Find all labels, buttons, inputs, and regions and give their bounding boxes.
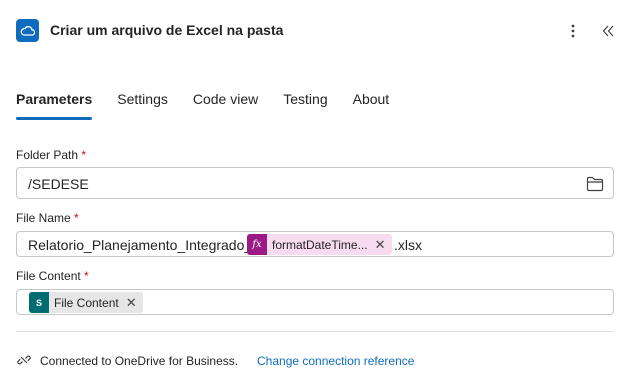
tab-testing[interactable]: Testing	[283, 88, 327, 120]
connection-status-text: Connected to OneDrive for Business.	[40, 354, 239, 368]
double-chevron-left-icon	[602, 25, 614, 37]
page-title: Criar um arquivo de Excel na pasta	[50, 22, 284, 38]
file-content-label-text: File Content	[16, 269, 81, 283]
tab-parameters[interactable]: Parameters	[16, 88, 93, 120]
remove-token-icon[interactable]: ✕	[375, 237, 386, 253]
expression-token-label: formatDateTime...	[272, 237, 368, 252]
tab-about[interactable]: About	[353, 88, 390, 120]
sharepoint-icon: S	[29, 292, 49, 313]
file-content-label: File Content *	[16, 269, 89, 283]
tab-code-view[interactable]: Code view	[193, 88, 258, 120]
expression-token[interactable]: fx formatDateTime... ✕	[247, 234, 392, 255]
function-fx-icon: fx	[247, 234, 267, 255]
onedrive-cloud-icon	[16, 19, 39, 42]
folder-icon[interactable]	[585, 174, 605, 194]
folder-path-input[interactable]: /SEDESE	[16, 167, 614, 199]
folder-path-label: Folder Path *	[16, 148, 86, 162]
panel-header: Criar um arquivo de Excel na pasta	[0, 0, 627, 62]
more-options-button[interactable]	[563, 21, 583, 41]
collapse-panel-button[interactable]	[598, 21, 618, 41]
divider	[16, 331, 614, 332]
tab-settings[interactable]: Settings	[117, 88, 168, 120]
file-name-suffix: .xlsx	[394, 237, 422, 253]
dynamic-content-token-label: File Content	[54, 295, 119, 310]
tab-bar: Parameters Settings Code view Testing Ab…	[16, 88, 414, 122]
folder-path-label-text: Folder Path	[16, 148, 79, 162]
remove-token-icon[interactable]: ✕	[126, 295, 137, 311]
file-name-input[interactable]: Relatorio_Planejamento_Integrado_ fx for…	[16, 231, 614, 257]
folder-path-value: /SEDESE	[28, 176, 89, 192]
change-connection-link[interactable]: Change connection reference	[257, 354, 414, 368]
required-marker: *	[84, 269, 89, 283]
connection-plug-icon	[17, 355, 31, 365]
required-marker: *	[74, 211, 79, 225]
file-name-prefix: Relatorio_Planejamento_Integrado_	[28, 237, 253, 253]
file-name-label: File Name *	[16, 211, 79, 225]
dynamic-content-token[interactable]: S File Content ✕	[29, 292, 143, 313]
file-content-input[interactable]: S File Content ✕	[16, 289, 614, 315]
required-marker: *	[81, 148, 87, 162]
more-vertical-icon	[571, 24, 575, 38]
file-name-label-text: File Name	[16, 211, 71, 225]
